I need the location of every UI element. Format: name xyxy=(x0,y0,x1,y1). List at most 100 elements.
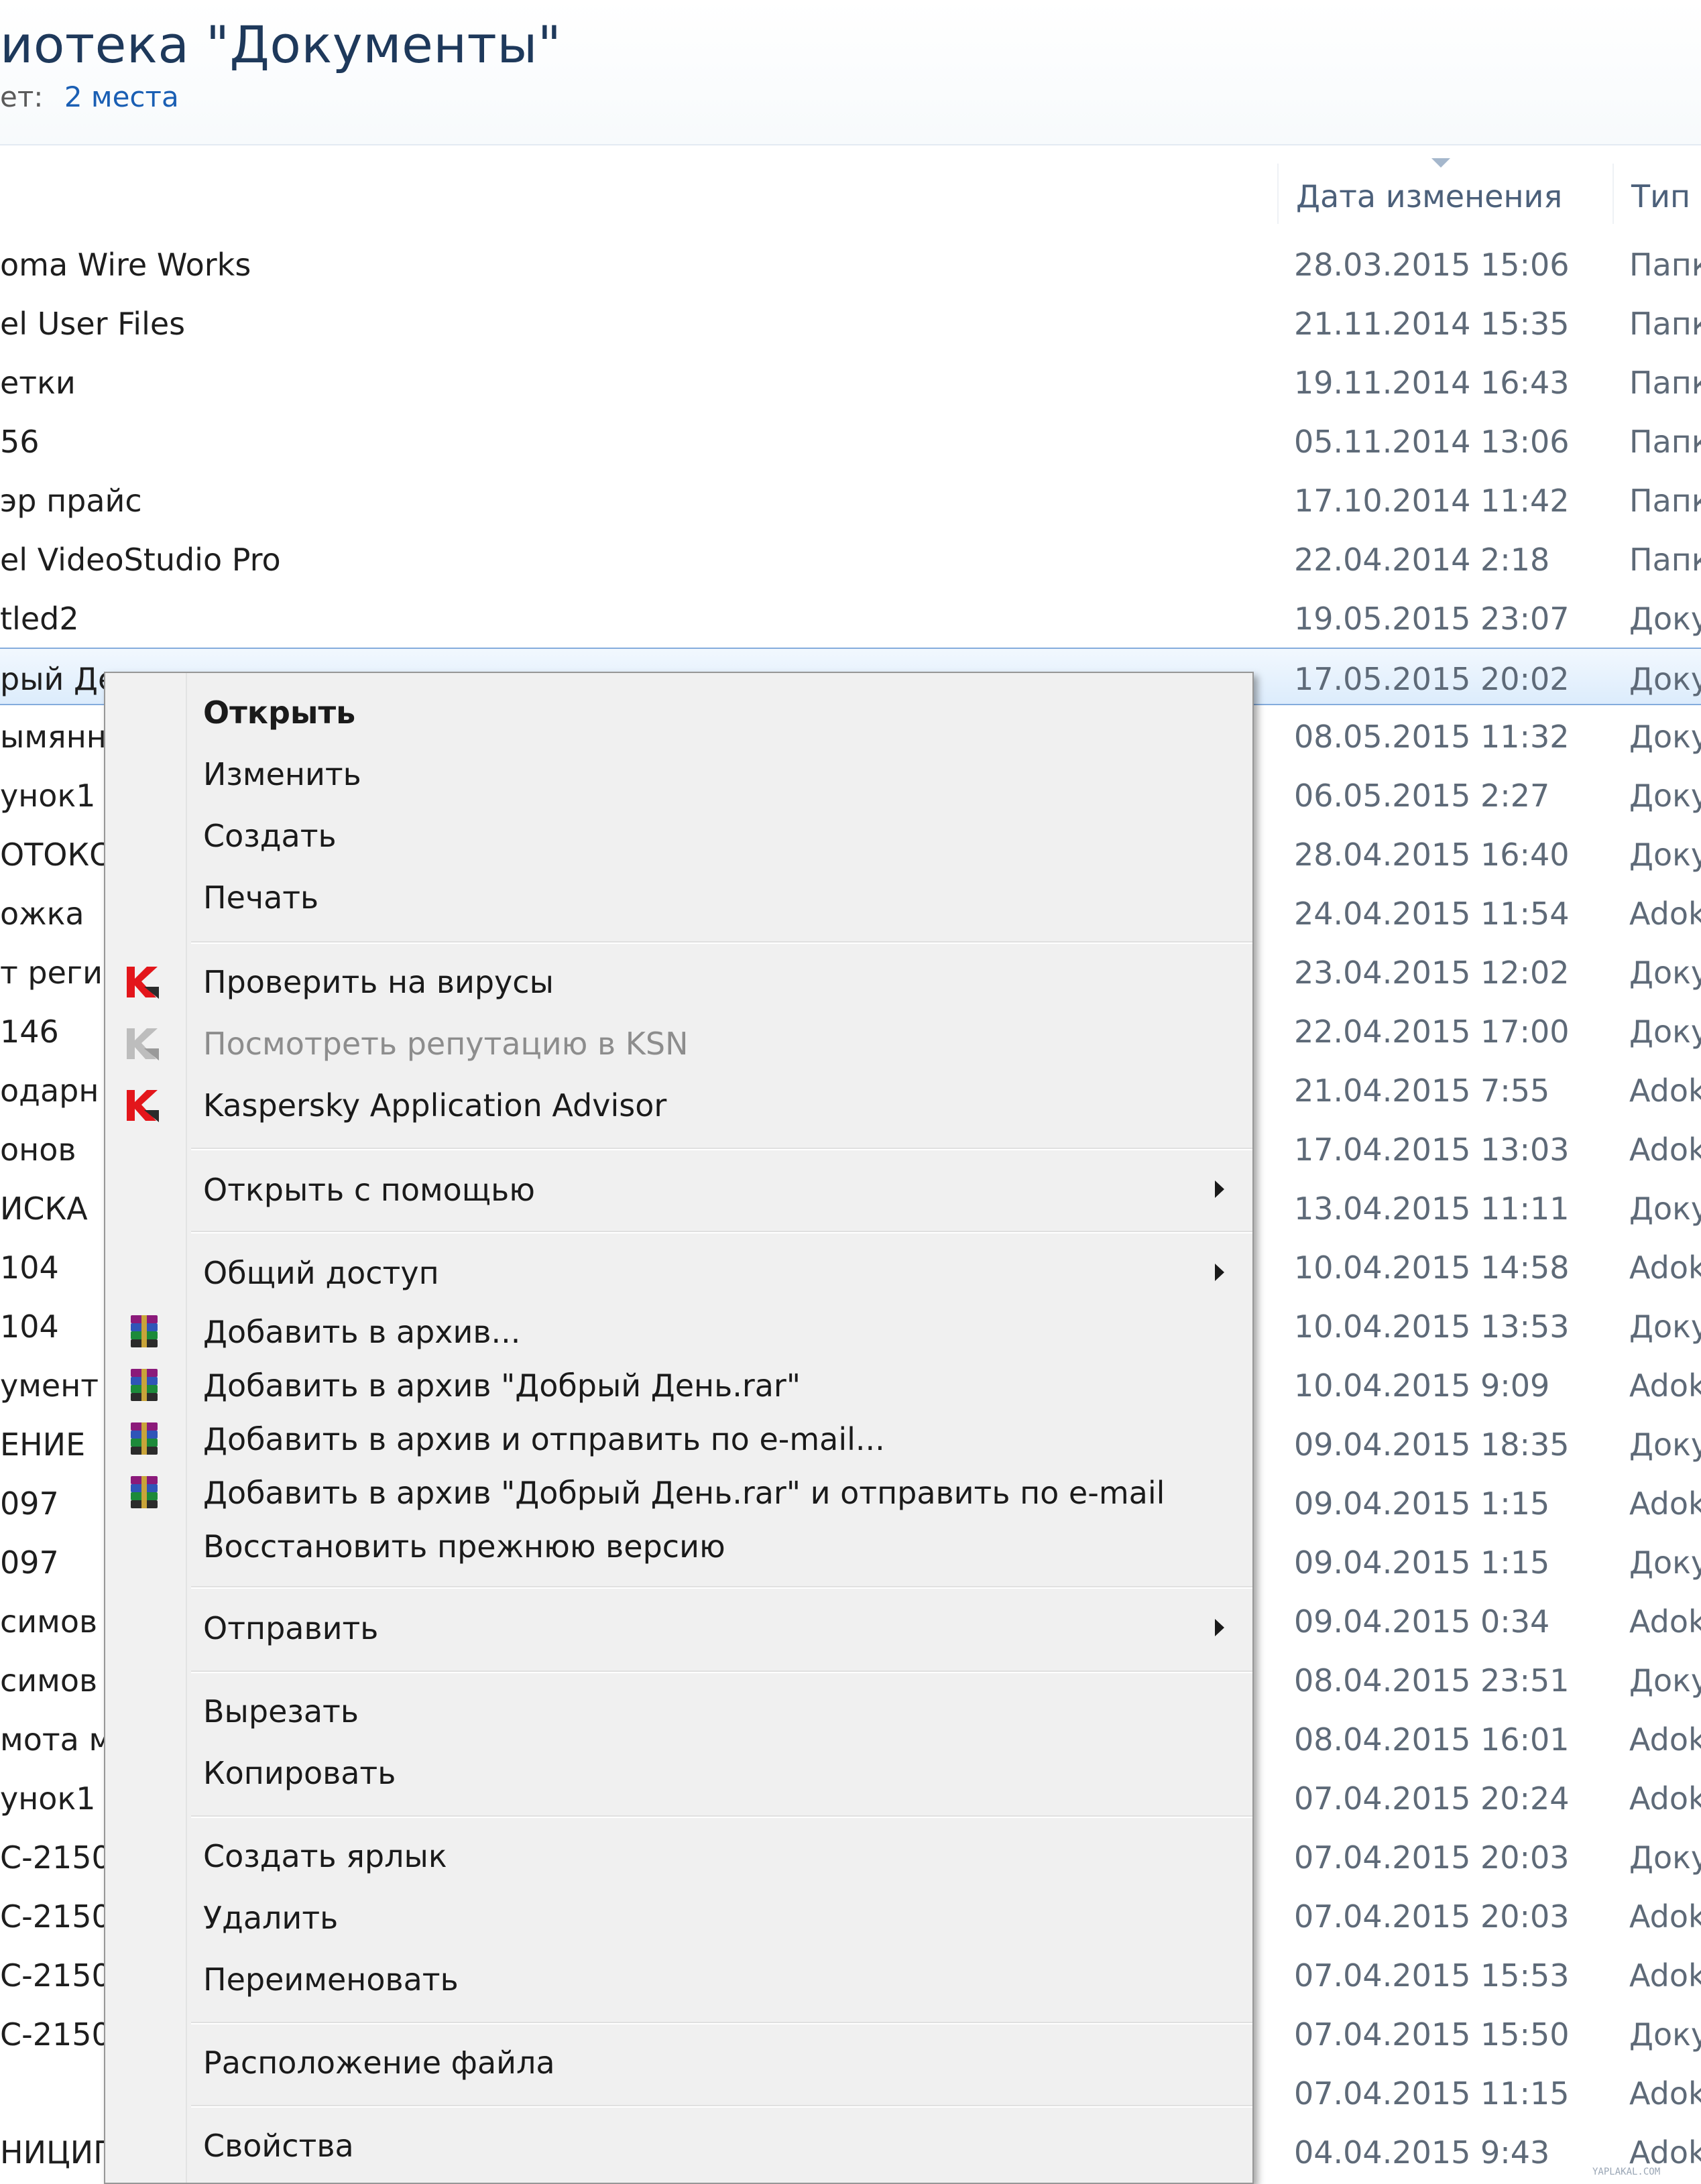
column-header-type[interactable]: Тип xyxy=(1612,164,1701,224)
table-row[interactable]: oma Wire Works 28.03.2015 15:06 Папк xyxy=(0,235,1701,292)
menu-item-print[interactable]: Печать xyxy=(105,870,1252,925)
file-name: ИСКА xyxy=(0,1191,88,1227)
file-type: Adok xyxy=(1629,2134,1701,2171)
menu-item-label: Печать xyxy=(203,879,319,916)
menu-item-properties[interactable]: Свойства xyxy=(105,2118,1252,2173)
menu-item-create-shortcut[interactable]: Создать ярлык xyxy=(105,1829,1252,1884)
menu-item-edit[interactable]: Изменить xyxy=(105,747,1252,802)
menu-item-rename[interactable]: Переименовать xyxy=(105,1952,1252,2007)
file-date: 21.04.2015 7:55 xyxy=(1294,1073,1550,1109)
menu-item-label: Добавить в архив и отправить по e-mail..… xyxy=(203,1421,885,1457)
file-name: ЕНИЕ xyxy=(0,1427,86,1463)
menu-item-label: Добавить в архив... xyxy=(203,1314,521,1350)
file-date: 08.05.2015 11:32 xyxy=(1294,719,1570,755)
file-type: Доку xyxy=(1629,837,1701,873)
table-row[interactable]: el VideoStudio Pro 22.04.2014 2:18 Папк xyxy=(0,530,1701,587)
file-date: 05.11.2014 13:06 xyxy=(1294,424,1570,460)
context-menu: Открыть Изменить Создать Печать Проверит… xyxy=(104,672,1254,2184)
file-type: Adok xyxy=(1629,1898,1701,1935)
table-row[interactable]: el User Files 21.11.2014 15:35 Папк xyxy=(0,294,1701,351)
menu-item-label: Общий доступ xyxy=(203,1255,439,1291)
file-date: 19.05.2015 23:07 xyxy=(1294,601,1570,637)
file-type: Доку xyxy=(1629,1014,1701,1050)
file-name: 097 xyxy=(0,1485,59,1522)
library-header: иотека "Документы" ет: 2 места xyxy=(0,0,1701,145)
menu-separator xyxy=(191,1231,1252,1233)
menu-item-copy[interactable]: Копировать xyxy=(105,1746,1252,1801)
menu-item-new[interactable]: Создать xyxy=(105,808,1252,863)
file-date: 06.05.2015 2:27 xyxy=(1294,778,1550,814)
chevron-right-icon xyxy=(1215,1264,1224,1281)
menu-item-label: Добавить в архив "Добрый День.rar" xyxy=(203,1368,801,1404)
kaspersky-k-icon xyxy=(127,1028,159,1060)
table-row[interactable]: етки 19.11.2014 16:43 Папк xyxy=(0,353,1701,410)
menu-item-ksn-reputation[interactable]: Посмотреть репутацию в KSN xyxy=(105,1016,1252,1071)
menu-separator xyxy=(191,1815,1252,1818)
file-name: етки xyxy=(0,365,76,401)
file-date: 17.04.2015 13:03 xyxy=(1294,1132,1570,1168)
file-date: 28.04.2015 16:40 xyxy=(1294,837,1570,873)
menu-item-add-archive-email[interactable]: Добавить в архив и отправить по e-mail..… xyxy=(105,1412,1252,1467)
file-name: мота м xyxy=(0,1721,113,1758)
file-name: онов xyxy=(0,1132,76,1168)
file-type: Доку xyxy=(1629,2016,1701,2053)
file-type: Adok xyxy=(1629,1485,1701,1522)
menu-item-delete[interactable]: Удалить xyxy=(105,1890,1252,1945)
menu-item-add-to-archive[interactable]: Добавить в архив... xyxy=(105,1305,1252,1359)
file-date: 23.04.2015 12:02 xyxy=(1294,955,1570,991)
file-type: Доку xyxy=(1629,1309,1701,1345)
menu-item-file-location[interactable]: Расположение файла xyxy=(105,2035,1252,2090)
file-type: Доку xyxy=(1629,719,1701,755)
includes-label: ет: xyxy=(0,80,44,113)
menu-item-label: Kaspersky Application Advisor xyxy=(203,1087,667,1124)
file-type: Adok xyxy=(1629,1780,1701,1817)
menu-item-restore-previous[interactable]: Восстановить прежнюю версию xyxy=(105,1519,1252,1574)
menu-separator xyxy=(191,1148,1252,1150)
menu-item-add-named-archive-email[interactable]: Добавить в архив "Добрый День.rar" и отп… xyxy=(105,1465,1252,1520)
file-name: 56 xyxy=(0,424,40,460)
file-type: Доку xyxy=(1629,1191,1701,1227)
menu-item-share[interactable]: Общий доступ xyxy=(105,1246,1252,1300)
file-type: Доку xyxy=(1629,1662,1701,1699)
winrar-books-icon xyxy=(131,1476,158,1508)
menu-item-label: Посмотреть репутацию в KSN xyxy=(203,1026,689,1062)
file-type: Папк xyxy=(1629,247,1701,283)
table-row[interactable]: tled2 19.05.2015 23:07 Доку xyxy=(0,589,1701,646)
column-header-date[interactable]: Дата изменения xyxy=(1277,158,1614,224)
file-name: эр прайс xyxy=(0,483,142,519)
file-name: умент xyxy=(0,1368,99,1404)
menu-item-add-to-named-archive[interactable]: Добавить в архив "Добрый День.rar" xyxy=(105,1358,1252,1413)
file-type: Доку xyxy=(1629,1427,1701,1463)
file-type: Adok xyxy=(1629,1073,1701,1109)
column-header-date-label: Дата изменения xyxy=(1296,178,1563,215)
menu-item-label: Восстановить прежнюю версию xyxy=(203,1528,725,1565)
winrar-books-icon xyxy=(131,1369,158,1401)
menu-item-send-to[interactable]: Отправить xyxy=(105,1601,1252,1656)
file-name: унок1 xyxy=(0,778,96,814)
menu-item-label: Изменить xyxy=(203,756,361,792)
watermark: YAPLAKAL.COM xyxy=(1592,2167,1661,2177)
menu-item-open-with[interactable]: Открыть с помощью xyxy=(105,1162,1252,1217)
menu-item-label: Добавить в архив "Добрый День.rar" и отп… xyxy=(203,1475,1165,1511)
file-name: tled2 xyxy=(0,601,79,637)
menu-item-open[interactable]: Открыть xyxy=(105,685,1252,740)
file-date: 24.04.2015 11:54 xyxy=(1294,896,1570,932)
menu-item-kaspersky-advisor[interactable]: Kaspersky Application Advisor xyxy=(105,1078,1252,1133)
file-type: Папк xyxy=(1629,365,1701,401)
file-name: 097 xyxy=(0,1544,59,1581)
menu-item-cut[interactable]: Вырезать xyxy=(105,1684,1252,1739)
locations-link[interactable]: 2 места xyxy=(64,80,179,113)
file-date: 09.04.2015 18:35 xyxy=(1294,1427,1570,1463)
menu-item-label: Открыть xyxy=(203,694,356,731)
menu-item-scan-viruses[interactable]: Проверить на вирусы xyxy=(105,955,1252,1010)
file-type: Доку xyxy=(1629,1544,1701,1581)
table-row[interactable]: эр прайс 17.10.2014 11:42 Папк xyxy=(0,471,1701,528)
library-title: иотека "Документы" xyxy=(0,15,562,74)
kaspersky-k-icon xyxy=(127,967,159,999)
file-name: el User Files xyxy=(0,306,186,342)
file-type: Adok xyxy=(1629,2075,1701,2112)
table-row[interactable]: 56 05.11.2014 13:06 Папк xyxy=(0,412,1701,469)
file-date: 09.04.2015 0:34 xyxy=(1294,1603,1550,1640)
library-includes: ет: 2 места xyxy=(0,80,179,113)
file-date: 17.10.2014 11:42 xyxy=(1294,483,1570,519)
